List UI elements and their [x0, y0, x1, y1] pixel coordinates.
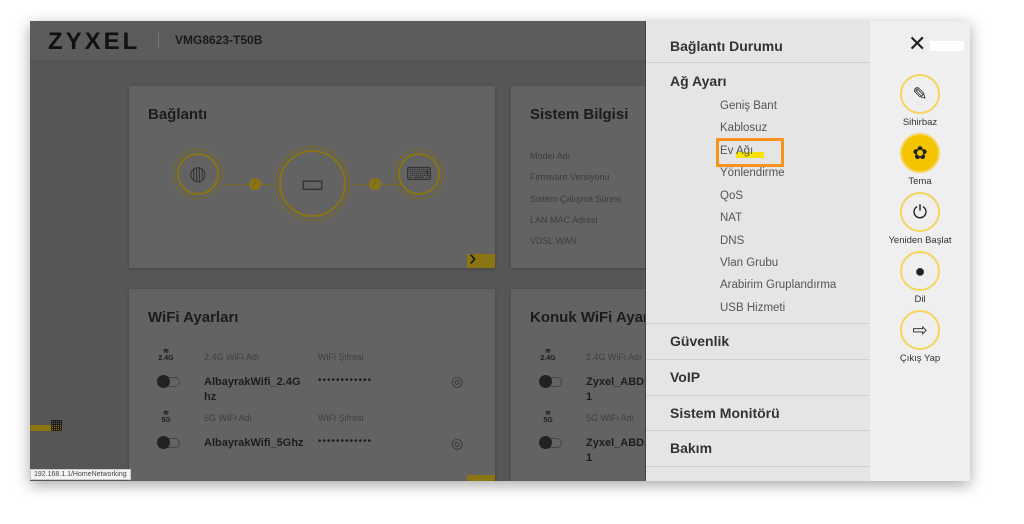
card-title: Konuk WiFi Ayar — [530, 309, 649, 326]
wifi-24-name: AlbayrakWifi_2.4G hz — [204, 376, 301, 403]
vdsl-wan-label: VDSL WAN — [530, 236, 577, 246]
divider — [158, 33, 159, 49]
grid-icon[interactable]: ▦ — [50, 416, 63, 433]
wifi-5-toggle[interactable] — [157, 436, 180, 449]
guest-5-name: Zyxel_ABD1 1 — [586, 437, 651, 464]
close-icon[interactable]: ✕ — [908, 31, 926, 57]
uptime-label: Sistem Çalışma Süresi — [530, 194, 622, 204]
logout-icon[interactable]: ⇨ — [900, 310, 940, 350]
details-arrow-button[interactable] — [467, 475, 495, 481]
wifi-settings-card: WiFi Ayarları ≋ 2.4G 2.4G WiFi Adı WiFi Ş… — [129, 289, 495, 481]
guest-5-toggle[interactable] — [539, 436, 562, 449]
menu-security[interactable]: Güvenlik — [670, 333, 729, 349]
firmware-label: Firmware Versiyonu — [530, 172, 610, 182]
globe-icon[interactable]: ● — [900, 251, 940, 291]
menu-nat[interactable]: NAT — [720, 212, 742, 224]
guest-wifi-card: Konuk WiFi Ayar ≋ 2.4G 2.4G WiFi Adı Zyxe… — [511, 289, 651, 481]
menu-interface-grouping[interactable]: Arabirim Gruplandırma — [720, 279, 836, 291]
wifi-24-name-label: 2.4G WiFi Adı — [204, 352, 260, 362]
guest-5-name-label: 5G WiFi Adı — [586, 413, 635, 423]
wifi-5-icon: ≋ 5G — [161, 410, 171, 424]
lan-mac-label: LAN MAC Adresi — [530, 215, 598, 225]
wifi-24-toggle[interactable] — [157, 375, 180, 388]
card-title: Bağlantı — [148, 106, 208, 123]
logout-label[interactable]: Çıkış Yap — [870, 353, 970, 364]
language-label[interactable]: Dil — [870, 294, 970, 305]
menu-network-settings[interactable]: Ağ Ayarı — [670, 73, 727, 89]
wifi-5-name-label: 5G WiFi Adı — [204, 413, 253, 423]
menu-routing[interactable]: Yönlendirme — [720, 167, 785, 179]
wifi-5-password-label: WiFi Şifresi — [318, 413, 364, 423]
guest-24-name: Zyxel_ABD1 1 — [586, 376, 651, 403]
wifi-5-icon: ≋ 5G — [543, 410, 553, 424]
guest-24-toggle[interactable] — [539, 375, 562, 388]
menu-wireless[interactable]: Kablosuz — [720, 122, 767, 134]
menu-qos[interactable]: QoS — [720, 190, 743, 202]
wifi-24-password: •••••••••••• — [318, 375, 373, 386]
wifi-24-icon: ≋ 2.4G — [158, 348, 174, 362]
menu-vlan-group[interactable]: Vlan Grubu — [720, 257, 778, 269]
check-icon: ✓ — [369, 178, 381, 190]
router-icon: ▭ — [279, 150, 346, 217]
check-icon: ✓ — [249, 178, 261, 190]
router-admin-window: ZYXEL VMG8623-T50B Bağlantı ◍ ✓ ▭ ✓ ⌨ › … — [30, 21, 970, 481]
menu-connection-status[interactable]: Bağlantı Durumu — [670, 38, 783, 54]
menu-maintenance[interactable]: Bakım — [670, 440, 712, 456]
status-bar-url: 192.168.1.1/HomeNetworking — [30, 469, 131, 480]
wifi-5-password: •••••••••••• — [318, 436, 373, 447]
menu-voip[interactable]: VoIP — [670, 369, 700, 385]
card-title: WiFi Ayarları — [148, 309, 239, 326]
wifi-5-name: AlbayrakWifi_5Ghz — [204, 437, 304, 449]
globe-icon: ◍ — [177, 153, 219, 195]
guest-24-name-label: 2.4G WiFi Adı — [586, 352, 642, 362]
card-title: Sistem Bilgisi — [530, 106, 629, 123]
annotation-highlight-box — [716, 138, 784, 167]
model-label: Model Adı — [530, 151, 571, 161]
header: ZYXEL VMG8623-T50B — [30, 21, 645, 61]
system-info-card: Sistem Bilgisi Model Adı Firmware Versiy… — [511, 86, 651, 268]
navigation-menu: Bağlantı Durumu Ağ Ayarı Geniş Bant Kabl… — [645, 21, 871, 481]
wifi-24-icon: ≋ 2.4G — [540, 348, 556, 362]
wizard-icon[interactable]: ✎ — [900, 74, 940, 114]
menu-broadband[interactable]: Geniş Bant — [720, 100, 777, 112]
menu-system-monitor[interactable]: Sistem Monitörü — [670, 405, 780, 421]
details-arrow-button[interactable]: › — [467, 247, 495, 269]
menu-dns[interactable]: DNS — [720, 235, 744, 247]
theme-palette-icon[interactable]: ✿ — [900, 133, 940, 173]
connection-card: Bağlantı ◍ ✓ ▭ ✓ ⌨ › — [129, 86, 495, 269]
zyxel-logo[interactable]: ZYXEL — [48, 28, 140, 56]
model-name: VMG8623-T50B — [175, 33, 263, 47]
quick-actions-panel: ✕ ✎ Sihirbaz ✿ Tema ⏻ Yeniden Başlat ● D… — [870, 21, 970, 481]
power-icon[interactable]: ⏻ — [900, 192, 940, 232]
wifi-24-password-label: WiFi Şifresi — [318, 352, 364, 362]
laptop-icon: ⌨ — [398, 153, 440, 195]
restart-label[interactable]: Yeniden Başlat — [870, 235, 970, 246]
wizard-label[interactable]: Sihirbaz — [870, 117, 970, 128]
menu-usb-service[interactable]: USB Hizmeti — [720, 302, 785, 314]
eye-icon[interactable]: ◎ — [451, 373, 463, 390]
theme-label[interactable]: Tema — [870, 176, 970, 187]
eye-icon[interactable]: ◎ — [451, 435, 463, 452]
